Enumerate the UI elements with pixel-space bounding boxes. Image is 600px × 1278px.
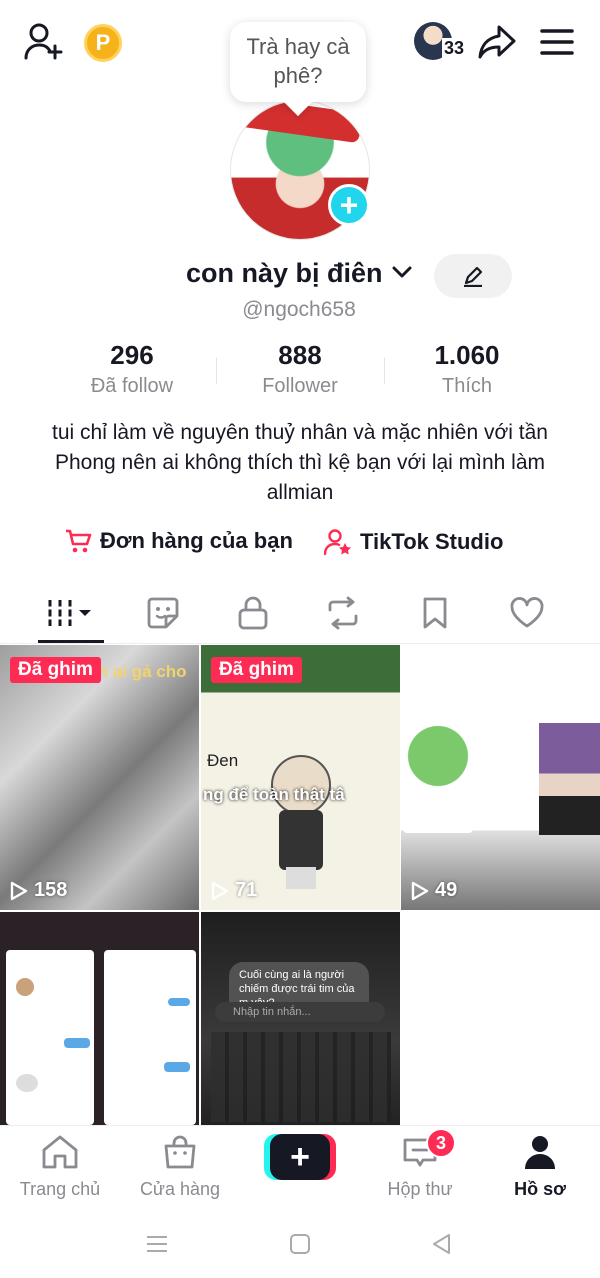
studio-label: TikTok Studio: [360, 529, 504, 554]
video-thumbnail[interactable]: [0, 912, 199, 1125]
green-hair-character-shape: [403, 723, 473, 833]
share-icon[interactable]: [476, 22, 518, 62]
chat-input-field: Nhập tin nhắn...: [215, 1002, 385, 1022]
view-count: 49: [411, 879, 457, 902]
friend-count: 33: [442, 38, 467, 59]
home-square-icon[interactable]: [283, 1227, 317, 1261]
inbox-unread-badge: 3: [426, 1128, 456, 1158]
profile-note-bubble[interactable]: Trà hay cà phê?: [230, 22, 366, 102]
nav-shop[interactable]: Cửa hàng: [120, 1134, 240, 1200]
nav-inbox[interactable]: Hộp thư: [360, 1134, 480, 1200]
pinned-badge: Đã ghim: [211, 657, 302, 683]
chat-screenshot-right: [104, 950, 196, 1125]
keyboard-shape: [211, 1032, 391, 1122]
add-story-plus-icon[interactable]: +: [328, 184, 370, 226]
view-count-value: 71: [235, 879, 258, 901]
stat-label: Đã follow: [90, 375, 174, 397]
play-icon: [411, 881, 429, 900]
video-overlay-text: ng để toàn thật tâ: [203, 785, 345, 804]
repost-icon: [328, 596, 358, 630]
bottom-nav: Trang chủ Cửa hàng + Hộp thư 3 Hồ sơ: [0, 1125, 600, 1213]
tab-stickers[interactable]: [128, 584, 198, 642]
nav-home-label: Trang chủ: [19, 1179, 101, 1199]
lock-icon: [238, 596, 268, 630]
play-icon: [10, 881, 28, 900]
note-text: Trà hay cà phê?: [246, 34, 350, 88]
view-count-value: 158: [34, 879, 68, 901]
profile-name: con này bị điên: [186, 258, 383, 288]
video-overlay-top-text: Đen: [207, 751, 239, 770]
tiktok-studio-link[interactable]: TikTok Studio: [324, 528, 503, 556]
plus-icon: +: [270, 1134, 330, 1180]
stat-label: Thích: [441, 375, 493, 397]
heart-icon: [510, 597, 544, 628]
person-star-icon: [324, 529, 351, 556]
tab-reposts[interactable]: [308, 584, 378, 642]
name-row: con này bị điên: [0, 254, 600, 298]
nav-profile[interactable]: Hồ sơ: [480, 1134, 600, 1200]
home-icon: [42, 1135, 78, 1169]
purple-hair-character-shape: [539, 723, 600, 835]
tab-private[interactable]: [218, 584, 288, 642]
tab-videos[interactable]: [36, 584, 106, 642]
stat-label: Follower: [262, 375, 338, 397]
video-thumbnail[interactable]: Đen ng để toàn thật tâ Đã ghim 71: [201, 645, 400, 910]
play-icon: [211, 881, 229, 900]
coin-label: P: [95, 30, 111, 55]
video-grid-empty-slot: [401, 912, 600, 1125]
profile-tabs: [0, 584, 600, 644]
grid-icon: [47, 600, 91, 626]
stat-value: 1.060: [434, 340, 500, 370]
view-count: 71: [211, 879, 257, 902]
stats-row: 296 Đã follow 888 Follower 1.060 Thích: [0, 340, 600, 400]
cart-icon: [66, 529, 92, 553]
nav-profile-label: Hồ sơ: [514, 1179, 566, 1199]
stat-followers[interactable]: 888 Follower: [215, 340, 385, 398]
chat-screenshot-left: [6, 950, 94, 1125]
tab-favorites[interactable]: [400, 584, 470, 642]
stat-value: 296: [110, 340, 154, 370]
recent-apps-icon[interactable]: [140, 1227, 174, 1261]
add-friend-icon[interactable]: [22, 22, 66, 62]
create-button[interactable]: +: [264, 1134, 336, 1180]
shopping-bag-icon: [164, 1135, 196, 1169]
tab-liked[interactable]: [492, 584, 562, 642]
video-grid: ích ai gả cho Đã ghim 158 Đen ng để toàn…: [0, 645, 600, 1125]
chibi-character-shape: [261, 755, 341, 895]
coin-icon[interactable]: P: [84, 24, 122, 62]
profile-handle: @ngoch658: [242, 298, 356, 321]
orders-link[interactable]: Đơn hàng của bạn: [64, 528, 293, 554]
profile-links: Đơn hàng của bạn TikTok Studio: [0, 528, 600, 562]
menu-icon[interactable]: [538, 24, 576, 60]
edit-profile-button[interactable]: [434, 254, 512, 298]
nav-shop-label: Cửa hàng: [139, 1179, 221, 1199]
chevron-down-icon[interactable]: [390, 260, 414, 289]
stat-likes[interactable]: 1.060 Thích: [382, 340, 552, 398]
person-icon: [525, 1136, 555, 1169]
stat-value: 888: [278, 340, 322, 370]
video-thumbnail[interactable]: 49: [401, 645, 600, 910]
system-nav-bar: [0, 1213, 600, 1278]
profile-bio[interactable]: tui chỉ làm về nguyên thuỷ nhân và mặc n…: [40, 418, 560, 508]
nav-inbox-label: Hộp thư: [387, 1179, 453, 1199]
view-count-value: 49: [435, 879, 458, 901]
bookmark-icon: [423, 597, 447, 629]
view-count: 158: [10, 879, 67, 902]
pinned-badge: Đã ghim: [10, 657, 101, 683]
chat-input-placeholder: Nhập tin nhắn...: [233, 1006, 311, 1018]
orders-label: Đơn hàng của bạn: [100, 528, 293, 553]
video-thumbnail[interactable]: ích ai gả cho Đã ghim 158: [0, 645, 199, 910]
nav-home[interactable]: Trang chủ: [0, 1134, 120, 1200]
video-thumbnail[interactable]: Cuối cùng ai là người chiếm được trái ti…: [201, 912, 400, 1125]
sticker-icon: [147, 597, 179, 629]
pencil-icon: [464, 266, 483, 287]
back-triangle-icon[interactable]: [425, 1227, 459, 1261]
stat-following[interactable]: 296 Đã follow: [47, 340, 217, 398]
active-tab-indicator: [38, 640, 104, 643]
